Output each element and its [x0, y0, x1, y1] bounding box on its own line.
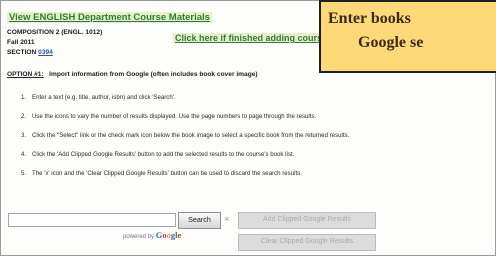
google-logo: Google — [155, 230, 182, 240]
callout-line-2: Google se — [358, 34, 424, 51]
course-header: View ENGLISH Department Course Materials… — [7, 7, 372, 58]
step-number: 2. — [21, 113, 27, 120]
option-text: Import information from Google (often in… — [49, 71, 258, 78]
powered-by-label: powered by — [123, 234, 155, 240]
section-number-link[interactable]: 0394 — [38, 48, 53, 58]
step-text: Use the icons to vary the number of resu… — [32, 113, 317, 120]
step-text: Click the 'Add Clipped Google Results' b… — [32, 151, 295, 158]
instruction-item: 5. The 'x' icon and the 'Clear Clipped Go… — [21, 170, 491, 189]
help-callout: Enter books Google se — [319, 0, 496, 73]
option-label: OPTION #1: — [7, 71, 44, 78]
step-number: 5. — [21, 170, 27, 177]
instruction-item: 3. Click the "Select" link or the check m… — [21, 132, 491, 151]
step-number: 1. — [21, 94, 27, 101]
clear-clipped-results-button[interactable]: Clear Clipped Google Results — [238, 234, 376, 251]
clear-x-icon[interactable]: × — [224, 214, 229, 224]
instruction-list: 1. Enter a text (e.g. title, author, isbn… — [21, 94, 491, 189]
powered-by-google: powered by Google — [123, 230, 181, 240]
option-heading: OPTION #1: Import information from Googl… — [7, 71, 258, 78]
view-department-materials-link[interactable]: View ENGLISH Department Course Materials — [7, 12, 212, 23]
step-number: 3. — [21, 132, 27, 139]
course-term: Fall 2011 — [7, 39, 35, 46]
instruction-item: 4. Click the 'Add Clipped Google Results'… — [21, 151, 491, 170]
section-label: SECTION — [7, 49, 37, 56]
instruction-item: 2. Use the icons to vary the number of re… — [21, 113, 491, 132]
step-number: 4. — [21, 151, 27, 158]
step-text: Click the "Select" link or the check mar… — [32, 132, 350, 139]
add-clipped-results-button[interactable]: Add Clipped Google Results — [238, 212, 376, 229]
instruction-item: 1. Enter a text (e.g. title, author, isbn… — [21, 94, 491, 113]
search-input[interactable] — [8, 213, 176, 227]
google-search-area: Search × Add Clipped Google Results powe… — [8, 211, 488, 251]
step-text: The 'x' icon and the 'Clear Clipped Goog… — [32, 170, 302, 177]
search-button[interactable]: Search — [178, 212, 221, 229]
callout-line-1: Enter books — [328, 10, 411, 27]
step-text: Enter a text (e.g. title, author, isbn) … — [32, 94, 176, 101]
course-title: COMPOSITION 2 (ENGL. 1012) — [7, 29, 103, 36]
